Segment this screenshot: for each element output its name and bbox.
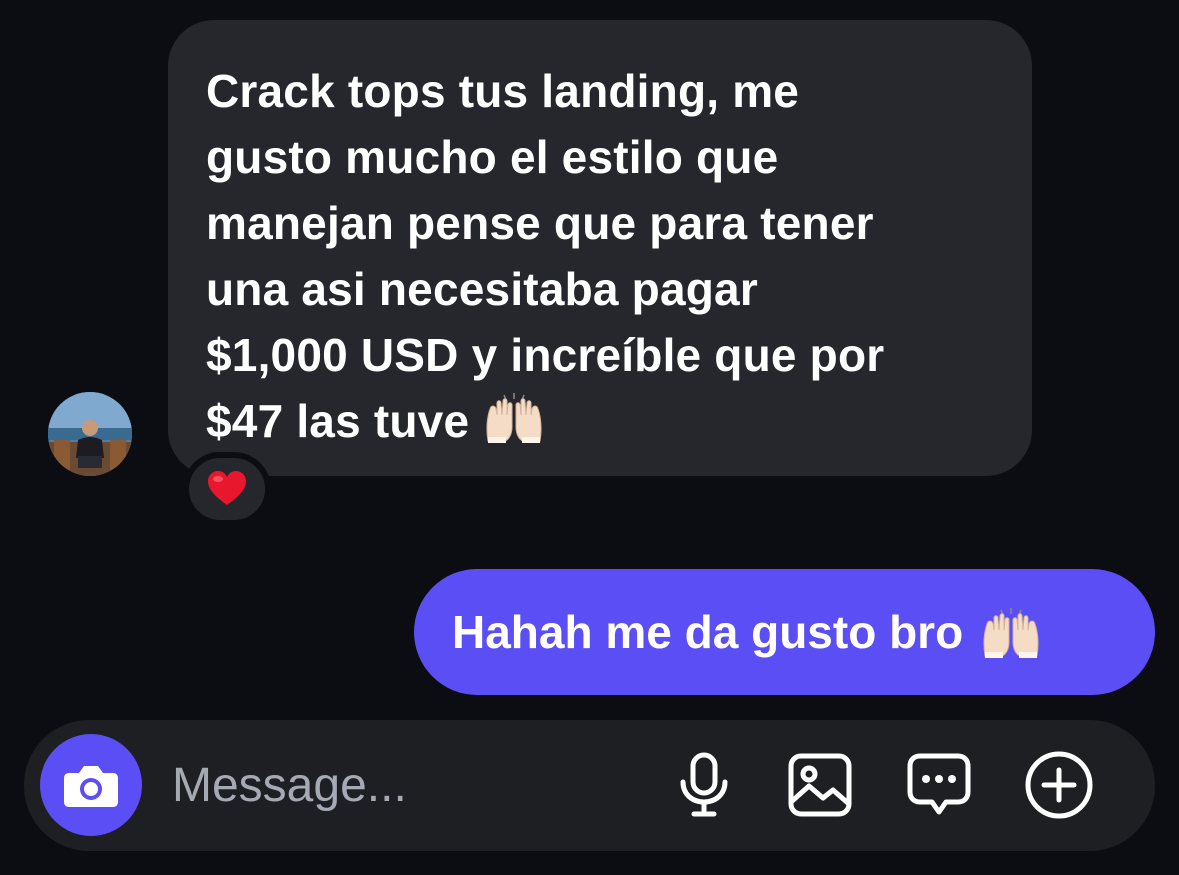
chat-screen: Crack tops tus landing, me gusto mucho e…: [0, 0, 1179, 875]
sender-avatar[interactable]: [48, 392, 132, 476]
chat-bubble-icon: [907, 753, 971, 815]
incoming-message-bubble[interactable]: Crack tops tus landing, me gusto mucho e…: [168, 20, 1032, 476]
sticker-button[interactable]: [903, 749, 975, 821]
microphone-button[interactable]: [668, 749, 740, 821]
image-icon: [788, 753, 852, 817]
gallery-button[interactable]: [784, 749, 856, 821]
outgoing-message-text: Hahah me da gusto bro: [452, 606, 964, 658]
avatar-photo: [48, 392, 132, 476]
incoming-message-line: una asi necesitaba pagar: [206, 263, 758, 315]
red-heart-emoji: [208, 471, 246, 505]
outgoing-message-bubble[interactable]: Hahah me da gusto bro: [414, 569, 1155, 695]
incoming-message-line: gusto mucho el estilo que: [206, 131, 779, 183]
message-composer: [24, 720, 1155, 851]
incoming-message-line: Crack tops tus landing, me: [206, 65, 800, 117]
incoming-message-line: $47 las tuve: [206, 395, 470, 447]
incoming-message-last-line: $47 las tuve: [206, 388, 992, 454]
incoming-message-line: manejan pense que para tener: [206, 197, 874, 249]
raising-hands-emoji: [983, 608, 1039, 658]
incoming-message-line: $1,000 USD y increíble que por: [206, 329, 885, 381]
raising-hands-emoji: [486, 393, 542, 443]
more-options-button[interactable]: [1023, 749, 1095, 821]
microphone-icon: [680, 752, 728, 817]
message-reaction[interactable]: [183, 452, 271, 526]
plus-circle-icon: [1025, 751, 1093, 819]
camera-icon: [64, 766, 118, 807]
message-input[interactable]: [172, 752, 652, 818]
camera-button[interactable]: [40, 734, 142, 836]
